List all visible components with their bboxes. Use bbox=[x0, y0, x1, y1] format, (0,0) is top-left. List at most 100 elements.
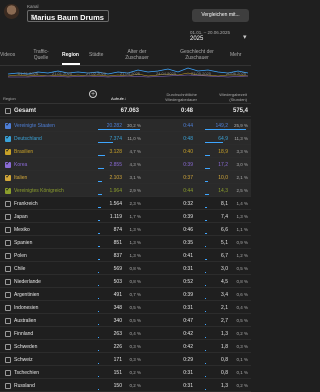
checkbox[interactable] bbox=[5, 147, 11, 155]
checkbox[interactable] bbox=[5, 343, 11, 350]
tab-traffic-source[interactable]: Traffic- Quelle bbox=[30, 49, 52, 61]
row-avg-duration: 0:31 bbox=[183, 266, 193, 272]
checkbox[interactable] bbox=[5, 252, 11, 259]
row-watch-percent: 1,2 % bbox=[236, 253, 248, 258]
tab-viewer-age[interactable]: Alter der Zuschauer bbox=[120, 49, 154, 61]
row-name: Brasilien bbox=[14, 149, 34, 155]
row-views-percent: 1,3 % bbox=[129, 240, 141, 245]
table-row[interactable]: Deutschland7.37411,0 %0:4864,911,3 % bbox=[0, 132, 251, 145]
sort-arrow-icon[interactable]: ↓ bbox=[124, 96, 126, 102]
row-avg-duration: 0:39 bbox=[183, 292, 193, 298]
row-name: Polen bbox=[14, 253, 27, 259]
divider bbox=[0, 65, 251, 66]
table-row[interactable]: Niederlande 503 0,8 % 0:52 4,5 0,8 % bbox=[0, 275, 251, 288]
checkbox[interactable] bbox=[5, 200, 11, 207]
row-name: Schweden bbox=[14, 344, 38, 350]
table-row[interactable]: Mexiko 874 1,3 % 0:46 6,6 1,1 % bbox=[0, 223, 251, 236]
tab-viewer-gender[interactable]: Geschlecht der Zuschauer bbox=[174, 49, 220, 61]
checkbox[interactable] bbox=[5, 317, 11, 324]
views-share-bar bbox=[98, 336, 99, 338]
row-avg-duration: 0:44 bbox=[183, 188, 193, 194]
table-row[interactable]: Tschechien 151 0,2 % 0:31 0,8 0,1 % bbox=[0, 366, 251, 379]
table-row[interactable]: Argentinien 491 0,7 % 0:39 3,4 0,6 % bbox=[0, 288, 251, 301]
row-avg-duration: 0:42 bbox=[183, 331, 193, 337]
row-watch-time: 1,8 bbox=[221, 344, 228, 350]
row-name: Niederlande bbox=[14, 279, 41, 285]
checkbox[interactable] bbox=[5, 121, 11, 129]
views-share-bar bbox=[98, 232, 100, 234]
checkbox[interactable] bbox=[5, 239, 11, 246]
checkbox[interactable] bbox=[5, 107, 11, 114]
tab-region[interactable]: Region bbox=[62, 52, 79, 58]
compare-button[interactable]: Vergleichen mit... bbox=[192, 9, 249, 22]
col-header-views[interactable]: Aufrufe bbox=[111, 96, 124, 102]
row-watch-time: 5,1 bbox=[221, 240, 228, 246]
checkbox[interactable] bbox=[5, 369, 11, 376]
add-column-icon[interactable]: + bbox=[89, 90, 97, 98]
row-name: Mexiko bbox=[14, 227, 30, 233]
channel-selector[interactable]: Marius Baum Drums ▾ bbox=[27, 10, 109, 22]
col-header-region[interactable]: Region bbox=[3, 96, 16, 102]
row-avg-duration: 0:29 bbox=[183, 357, 193, 363]
views-share-bar bbox=[98, 323, 99, 325]
row-watch-time: 1,3 bbox=[221, 383, 228, 389]
row-avg-duration: 0:32 bbox=[183, 201, 193, 207]
row-views: 569 bbox=[113, 266, 122, 272]
table-row[interactable]: Frankreich 1.564 2,3 % 0:32 8,1 1,4 % bbox=[0, 197, 251, 210]
date-year[interactable]: 2025 bbox=[190, 36, 203, 42]
row-watch-time: 0,8 bbox=[221, 370, 228, 376]
total-watch: 575,4 bbox=[232, 107, 248, 114]
checkbox[interactable] bbox=[5, 382, 11, 389]
col-header-avg-duration[interactable]: Durchschnittliche Wiedergabedauer bbox=[155, 92, 197, 102]
checkbox[interactable] bbox=[5, 213, 11, 220]
table-row[interactable]: Italien2.1033,1 %0:3710,02,1 % bbox=[0, 171, 251, 184]
table-row[interactable]: Indonesien 348 0,5 % 0:31 2,1 0,4 % bbox=[0, 301, 251, 314]
table-row[interactable]: Australien 340 0,5 % 0:47 2,7 0,5 % bbox=[0, 314, 251, 327]
watch-share-bar bbox=[205, 206, 208, 208]
chart-date-label: 23.05.2025 bbox=[191, 71, 212, 76]
watch-share-bar bbox=[205, 336, 206, 338]
watch-share-bar bbox=[205, 180, 209, 182]
row-name: Gesamt bbox=[14, 107, 37, 114]
tab-more[interactable]: Mehr bbox=[230, 52, 241, 58]
chart-date-label: 24.04.2025 bbox=[156, 71, 177, 76]
table-row[interactable]: Finnland 263 0,4 % 0:42 1,3 0,2 % bbox=[0, 327, 251, 340]
checkbox[interactable] bbox=[5, 226, 11, 233]
table-row[interactable]: Spanien 851 1,3 % 0:35 5,1 0,9 % bbox=[0, 236, 251, 249]
row-views: 837 bbox=[113, 253, 122, 259]
chart-date-label: 20.06.2025 bbox=[226, 71, 247, 76]
table-row[interactable]: Vereinigte Staaten20.28230,2 %0:44149,22… bbox=[0, 119, 251, 132]
row-name: Frankreich bbox=[14, 201, 38, 207]
table-row[interactable]: Polen 837 1,3 % 0:41 6,7 1,2 % bbox=[0, 249, 251, 262]
table-row[interactable]: Schweden 226 0,3 % 0:42 1,8 0,3 % bbox=[0, 340, 251, 353]
checkbox[interactable] bbox=[5, 304, 11, 311]
table-row[interactable]: Russland 150 0,2 % 0:31 1,3 0,2 % bbox=[0, 379, 251, 392]
checkbox[interactable] bbox=[5, 186, 11, 194]
date-range[interactable]: 01.01. – 20.06.2025 bbox=[190, 30, 230, 35]
row-name: Italien bbox=[14, 175, 28, 181]
checkbox[interactable] bbox=[5, 291, 11, 298]
checkbox[interactable] bbox=[5, 265, 11, 272]
tab-videos[interactable]: Videos bbox=[0, 52, 15, 58]
table-row[interactable]: Vereinigtes Königreich1.9642,9 %0:4414,3… bbox=[0, 184, 251, 197]
chevron-down-icon[interactable]: ▾ bbox=[243, 33, 247, 41]
checkbox[interactable] bbox=[5, 330, 11, 337]
tab-cities[interactable]: Städte bbox=[89, 52, 103, 58]
row-views-percent: 0,3 % bbox=[129, 357, 141, 362]
checkbox[interactable] bbox=[5, 160, 11, 168]
checkbox[interactable] bbox=[5, 356, 11, 363]
checkbox[interactable] bbox=[5, 134, 11, 142]
views-share-bar bbox=[98, 388, 99, 390]
table-row[interactable]: Korea2.8554,3 %0:3917,23,0 % bbox=[0, 158, 251, 171]
row-avg-duration: 0:39 bbox=[183, 162, 193, 168]
row-watch-time: 10,0 bbox=[218, 175, 228, 181]
table-row[interactable]: Schweiz 171 0,3 % 0:29 0,8 0,1 % bbox=[0, 353, 251, 366]
checkbox[interactable] bbox=[5, 278, 11, 285]
row-avg-duration: 0:37 bbox=[183, 175, 193, 181]
row-watch-time: 0,8 bbox=[221, 357, 228, 363]
table-row[interactable]: Japan 1.119 1,7 % 0:39 7,4 1,3 % bbox=[0, 210, 251, 223]
col-header-watch-time[interactable]: Wiedergabezeit (Stunden) bbox=[210, 92, 247, 102]
checkbox[interactable] bbox=[5, 173, 11, 181]
table-row[interactable]: Brasilien3.1284,7 %0:4018,93,3 % bbox=[0, 145, 251, 158]
table-row[interactable]: Chile 569 0,8 % 0:31 3,0 0,5 % bbox=[0, 262, 251, 275]
